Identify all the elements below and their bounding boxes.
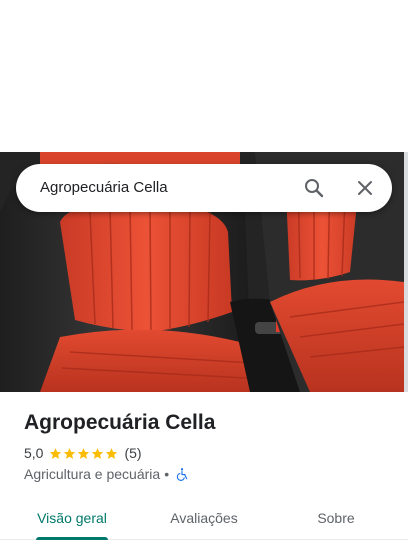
search-box[interactable]: Agropecuária Cella bbox=[16, 164, 392, 212]
star-icon bbox=[50, 447, 62, 459]
star-icon bbox=[106, 447, 118, 459]
map-blank-area bbox=[0, 0, 408, 152]
place-title: Agropecuária Cella bbox=[24, 411, 216, 434]
tab-overview[interactable]: Visão geral bbox=[24, 496, 120, 540]
place-category[interactable]: Agricultura e pecuária bbox=[24, 466, 160, 482]
star-icon bbox=[92, 447, 104, 459]
rating-value: 5,0 bbox=[24, 445, 44, 461]
place-tabs: Visão geral Avaliações Sobre bbox=[0, 496, 408, 540]
selected-tab-indicator bbox=[36, 537, 108, 540]
star-rating bbox=[49, 447, 119, 460]
place-info-panel: Agropecuária Cella 5,0 (5) Agricultura e… bbox=[0, 392, 408, 544]
star-icon bbox=[78, 447, 90, 459]
tab-about[interactable]: Sobre bbox=[288, 496, 384, 540]
star-icon bbox=[64, 447, 76, 459]
search-input[interactable]: Agropecuária Cella bbox=[40, 178, 168, 198]
search-icon[interactable] bbox=[302, 176, 326, 200]
wheelchair-icon[interactable] bbox=[175, 467, 189, 481]
review-count[interactable]: (5) bbox=[124, 445, 141, 461]
tab-reviews[interactable]: Avaliações bbox=[156, 496, 252, 540]
category-row: Agricultura e pecuária • bbox=[24, 465, 189, 483]
rating-row[interactable]: 5,0 (5) bbox=[24, 444, 142, 462]
panel-edge bbox=[404, 152, 408, 392]
close-icon[interactable] bbox=[353, 176, 377, 200]
separator-dot: • bbox=[164, 466, 170, 482]
